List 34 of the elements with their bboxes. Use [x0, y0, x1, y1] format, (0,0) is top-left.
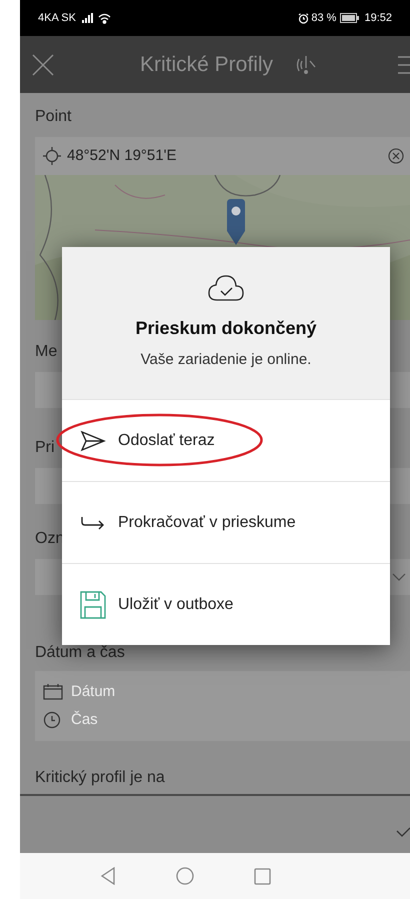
home-icon[interactable] [176, 867, 194, 885]
wifi-icon [98, 12, 111, 24]
field-label: Me [35, 342, 58, 362]
battery-icon [340, 13, 360, 23]
carrier-name: 4KA SK [38, 10, 76, 26]
dialog-title: Prieskum dokončený [135, 317, 317, 340]
check-icon[interactable] [396, 827, 410, 837]
field-label: Pri [35, 438, 55, 458]
dialog-action[interactable]: Prokračovať v prieskume [62, 481, 390, 563]
battery-percent: 83 % [311, 10, 336, 26]
calendar-icon [43, 684, 63, 700]
crosshair-icon [43, 147, 61, 165]
field-label: Dátum a čas [35, 643, 126, 663]
cloud-check-icon [208, 274, 244, 302]
recents-icon[interactable] [254, 868, 270, 884]
chevron-down-icon [392, 573, 406, 581]
clear-icon[interactable] [388, 148, 404, 164]
map-pin-icon [225, 199, 247, 245]
dialog-subtitle: Vaše zariadenie je online. [140, 350, 312, 370]
close-icon[interactable] [32, 54, 54, 76]
clock-time: 19:52 [364, 10, 392, 26]
window-title: Kritické Profily [140, 52, 274, 78]
signal-icon [82, 13, 94, 23]
return-arrow-icon [80, 514, 106, 530]
field-label: Kritický profil je na [35, 768, 166, 788]
back-icon[interactable] [100, 867, 116, 885]
send-icon [80, 430, 106, 452]
dialog-action[interactable]: Odoslať teraz [62, 399, 390, 481]
coordinates-text: 48°52'N 19°51'E [67, 146, 176, 166]
alarm-icon [298, 12, 310, 24]
field-label: Point [35, 107, 72, 127]
dialog-action[interactable]: Uložiť v outboxe [62, 563, 390, 645]
clock-icon [43, 711, 61, 730]
menu-icon[interactable] [396, 54, 410, 76]
